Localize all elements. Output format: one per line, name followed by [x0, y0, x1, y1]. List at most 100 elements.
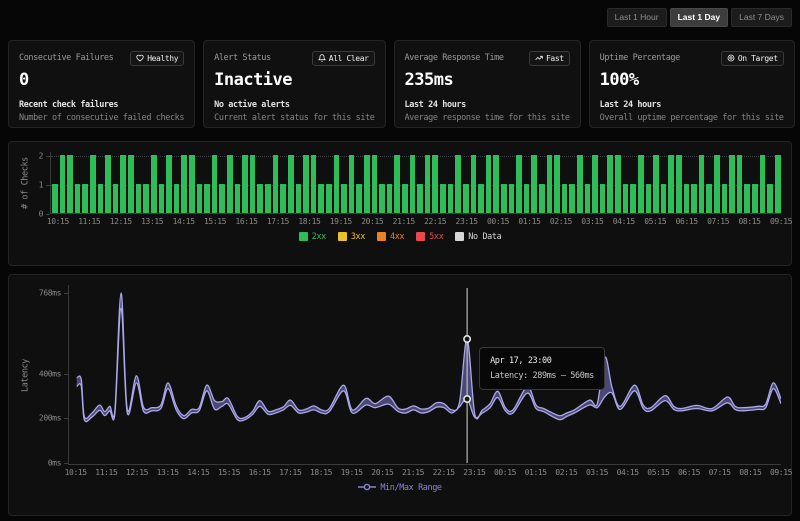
- check-bar[interactable]: [752, 184, 758, 213]
- check-bar[interactable]: [159, 184, 165, 213]
- check-bar[interactable]: [174, 184, 180, 213]
- check-bar[interactable]: [554, 155, 560, 213]
- check-bar[interactable]: [98, 184, 104, 213]
- check-bar[interactable]: [463, 184, 469, 213]
- check-bar[interactable]: [394, 155, 400, 213]
- check-bar[interactable]: [600, 184, 606, 213]
- check-bar[interactable]: [531, 155, 537, 213]
- check-bar[interactable]: [318, 184, 324, 213]
- check-bar[interactable]: [744, 184, 750, 213]
- check-bar[interactable]: [684, 184, 690, 213]
- check-bar[interactable]: [486, 155, 492, 213]
- check-bar[interactable]: [75, 184, 81, 213]
- latency-plot-area[interactable]: Apr 17, 23:00 Latency: 289ms – 560ms: [68, 285, 781, 465]
- check-bar[interactable]: [128, 155, 134, 213]
- check-bar[interactable]: [303, 155, 309, 213]
- check-bar[interactable]: [52, 184, 58, 213]
- check-bar[interactable]: [638, 155, 644, 213]
- check-bar[interactable]: [440, 184, 446, 213]
- check-bar[interactable]: [562, 184, 568, 213]
- check-bar[interactable]: [615, 155, 621, 213]
- check-bar[interactable]: [417, 184, 423, 213]
- check-bar[interactable]: [250, 155, 256, 213]
- check-bar[interactable]: [356, 184, 362, 213]
- check-bar[interactable]: [341, 184, 347, 213]
- check-bar[interactable]: [120, 155, 126, 213]
- check-bar[interactable]: [623, 184, 629, 213]
- check-bar[interactable]: [471, 155, 477, 213]
- check-bar[interactable]: [478, 184, 484, 213]
- check-bar[interactable]: [432, 155, 438, 213]
- check-bar[interactable]: [60, 155, 66, 213]
- check-bar[interactable]: [516, 155, 522, 213]
- check-bar[interactable]: [105, 155, 111, 213]
- check-bar[interactable]: [235, 184, 241, 213]
- legend-item[interactable]: 4xx: [377, 232, 404, 242]
- check-bar[interactable]: [151, 155, 157, 213]
- check-bar[interactable]: [326, 184, 332, 213]
- check-bar[interactable]: [524, 184, 530, 213]
- check-bar[interactable]: [691, 184, 697, 213]
- check-bar[interactable]: [585, 184, 591, 213]
- check-bar[interactable]: [242, 155, 248, 213]
- check-bar[interactable]: [372, 155, 378, 213]
- check-bar[interactable]: [311, 155, 317, 213]
- check-bar[interactable]: [547, 155, 553, 213]
- check-bar[interactable]: [402, 184, 408, 213]
- check-bar[interactable]: [569, 184, 575, 213]
- check-bar[interactable]: [493, 155, 499, 213]
- check-bar[interactable]: [349, 155, 355, 213]
- check-bar[interactable]: [410, 155, 416, 213]
- check-bar[interactable]: [288, 155, 294, 213]
- time-range-button-last-1-hour[interactable]: Last 1 Hour: [607, 8, 667, 27]
- check-bar[interactable]: [387, 184, 393, 213]
- check-bar[interactable]: [706, 184, 712, 213]
- check-bar[interactable]: [509, 184, 515, 213]
- check-bar[interactable]: [265, 184, 271, 213]
- legend-item[interactable]: No Data: [455, 232, 501, 242]
- check-bar[interactable]: [204, 184, 210, 213]
- check-bar[interactable]: [722, 184, 728, 213]
- check-bar[interactable]: [364, 155, 370, 213]
- check-bar[interactable]: [334, 155, 340, 213]
- check-bar[interactable]: [676, 155, 682, 213]
- check-bar[interactable]: [661, 184, 667, 213]
- legend-item[interactable]: 2xx: [299, 232, 326, 242]
- check-bar[interactable]: [296, 184, 302, 213]
- check-bar[interactable]: [737, 155, 743, 213]
- check-bar[interactable]: [668, 155, 674, 213]
- check-bar[interactable]: [143, 184, 149, 213]
- latency-legend-item[interactable]: Min/Max Range: [358, 483, 441, 494]
- check-bar[interactable]: [767, 184, 773, 213]
- check-bar[interactable]: [197, 184, 203, 213]
- check-bar[interactable]: [189, 155, 195, 213]
- check-bar[interactable]: [280, 184, 286, 213]
- check-bar[interactable]: [90, 155, 96, 213]
- checks-plot-area[interactable]: [50, 152, 781, 214]
- time-range-button-last-7-days[interactable]: Last 7 Days: [731, 8, 792, 27]
- check-bar[interactable]: [455, 155, 461, 213]
- check-bar[interactable]: [257, 184, 263, 213]
- check-bar[interactable]: [760, 155, 766, 213]
- check-bar[interactable]: [181, 155, 187, 213]
- check-bar[interactable]: [729, 155, 735, 213]
- check-bar[interactable]: [448, 184, 454, 213]
- check-bar[interactable]: [653, 155, 659, 213]
- check-bar[interactable]: [113, 184, 119, 213]
- check-bar[interactable]: [630, 184, 636, 213]
- check-bar[interactable]: [67, 155, 73, 213]
- check-bar[interactable]: [136, 184, 142, 213]
- check-bar[interactable]: [166, 155, 172, 213]
- check-bar[interactable]: [212, 155, 218, 213]
- check-bar[interactable]: [607, 155, 613, 213]
- check-bar[interactable]: [539, 184, 545, 213]
- check-bar[interactable]: [699, 155, 705, 213]
- check-bar[interactable]: [219, 184, 225, 213]
- check-bar[interactable]: [592, 155, 598, 213]
- check-bar[interactable]: [775, 155, 781, 213]
- time-range-button-last-1-day[interactable]: Last 1 Day: [670, 8, 729, 27]
- legend-item[interactable]: 5xx: [416, 232, 443, 242]
- check-bar[interactable]: [577, 155, 583, 213]
- check-bar[interactable]: [714, 155, 720, 213]
- check-bar[interactable]: [273, 155, 279, 213]
